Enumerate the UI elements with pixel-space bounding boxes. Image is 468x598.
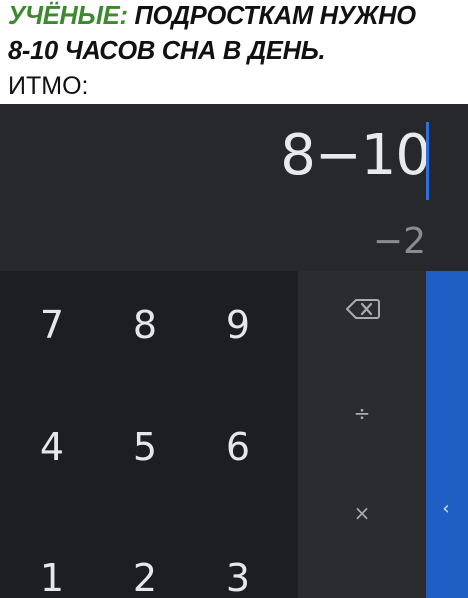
- caption-line-2: 8-10 ЧАСОВ СНА В ДЕНЬ.: [8, 37, 326, 65]
- caption-line-1: УЧЁНЫЕ: ПОДРОСТКАМ НУЖНО: [8, 2, 416, 31]
- key-2[interactable]: 2: [115, 548, 175, 598]
- caption-line-1-text: ПОДРОСТКАМ НУЖНО: [127, 2, 416, 30]
- caption-line-3: ИТМО:: [8, 72, 89, 100]
- meme-page: УЧЁНЫЕ: ПОДРОСТКАМ НУЖНО 8-10 ЧАСОВ СНА …: [0, 0, 468, 598]
- backspace-icon[interactable]: [346, 298, 380, 320]
- key-5[interactable]: 5: [115, 417, 175, 477]
- key-7[interactable]: 7: [22, 295, 82, 355]
- divide-button[interactable]: ÷: [332, 393, 392, 433]
- chevron-left-icon[interactable]: ‹: [437, 498, 455, 520]
- advanced-panel-tab[interactable]: [426, 271, 468, 598]
- calculator-app: 8−10 −2 7 8 9 4 5 6 1 2 3 ÷ × ‹: [0, 104, 468, 598]
- caption-accent-text: УЧЁНЫЕ:: [8, 2, 128, 30]
- key-3[interactable]: 3: [208, 548, 268, 598]
- multiply-button[interactable]: ×: [332, 493, 392, 533]
- result-preview: −2: [372, 221, 426, 262]
- key-9[interactable]: 9: [208, 295, 268, 355]
- text-cursor: [426, 122, 429, 200]
- calculator-display[interactable]: 8−10 −2: [0, 104, 468, 271]
- operator-column: ÷ ×: [298, 271, 426, 598]
- key-6[interactable]: 6: [208, 417, 268, 477]
- expression-field[interactable]: 8−10: [280, 128, 431, 184]
- key-4[interactable]: 4: [22, 417, 82, 477]
- number-keypad: 7 8 9 4 5 6 1 2 3: [0, 271, 298, 598]
- caption: УЧЁНЫЕ: ПОДРОСТКАМ НУЖНО 8-10 ЧАСОВ СНА …: [0, 0, 468, 104]
- key-8[interactable]: 8: [115, 295, 175, 355]
- key-1[interactable]: 1: [22, 548, 82, 598]
